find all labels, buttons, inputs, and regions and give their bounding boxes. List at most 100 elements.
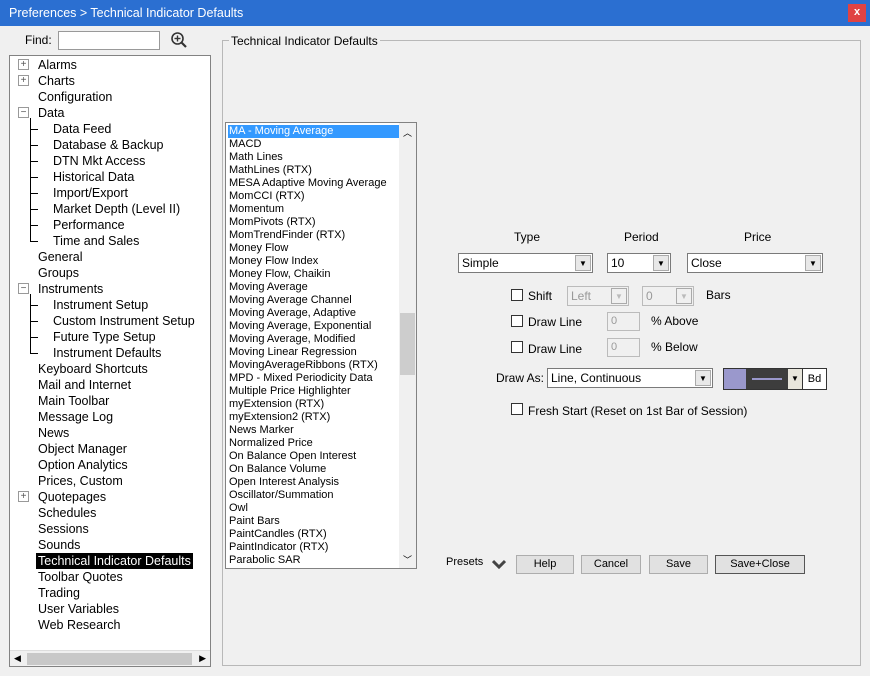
tree-item[interactable]: Groups xyxy=(38,265,79,281)
indicator-list-item[interactable]: myExtension2 (RTX) xyxy=(229,411,330,424)
indicator-list-item[interactable]: Parabolic SAR xyxy=(229,554,301,567)
vertical-scrollbar[interactable]: ︿ ﹀ xyxy=(399,123,416,568)
indicator-list-item[interactable]: News Marker xyxy=(229,424,294,437)
indicator-list-item[interactable]: Paint Bars xyxy=(229,515,280,528)
indicator-list-item[interactable]: Multiple Price Highlighter xyxy=(229,385,351,398)
indicator-list-item[interactable]: Moving Average, Adaptive xyxy=(229,307,356,320)
tree-item[interactable]: Trading xyxy=(38,585,80,601)
bold-toggle[interactable]: Bd xyxy=(802,369,826,389)
indicator-list-item[interactable]: Money Flow Index xyxy=(229,255,318,268)
type-select[interactable]: Simple ▼ xyxy=(458,253,593,273)
indicator-list-item[interactable]: MA - Moving Average xyxy=(228,125,399,138)
tree-item[interactable]: Future Type Setup xyxy=(53,329,156,345)
tree-item[interactable]: News xyxy=(38,425,69,441)
period-select[interactable]: 10 ▼ xyxy=(607,253,671,273)
tree-item[interactable]: Time and Sales xyxy=(53,233,139,249)
indicator-list-item[interactable]: Moving Average xyxy=(229,281,308,294)
scroll-up-icon[interactable]: ︿ xyxy=(403,126,412,139)
indicator-list-item[interactable]: Money Flow, Chaikin xyxy=(229,268,331,281)
tree-item[interactable]: Quotepages xyxy=(38,489,106,505)
tree-item[interactable]: Configuration xyxy=(38,89,112,105)
expand-icon[interactable]: + xyxy=(18,491,29,502)
scroll-down-icon[interactable]: ﹀ xyxy=(403,553,412,566)
save-close-button[interactable]: Save+Close xyxy=(715,555,805,574)
collapse-icon[interactable]: − xyxy=(18,283,29,294)
indicator-list-item[interactable]: Open Interest Analysis xyxy=(229,476,339,489)
tree-item[interactable]: Import/Export xyxy=(53,185,128,201)
indicator-list-item[interactable]: Moving Average Channel xyxy=(229,294,352,307)
indicator-list-item[interactable]: MomPivots (RTX) xyxy=(229,216,316,229)
indicator-list-item[interactable]: Oscillator/Summation xyxy=(229,489,334,502)
tree-item[interactable]: Prices, Custom xyxy=(38,473,123,489)
indicator-list[interactable]: ︿ ﹀ MA - Moving Average MACD Math Lines Mat… xyxy=(225,122,417,569)
indicator-list-item[interactable]: Moving Linear Regression xyxy=(229,346,357,359)
chevron-down-icon[interactable]: ▼ xyxy=(676,288,692,304)
tree-item[interactable]: Database & Backup xyxy=(53,137,164,153)
tree-item[interactable]: Message Log xyxy=(38,409,113,425)
indicator-list-item[interactable]: Money Flow xyxy=(229,242,288,255)
find-input[interactable] xyxy=(58,31,160,50)
shift-checkbox[interactable] xyxy=(511,289,523,301)
tree-item[interactable]: Custom Instrument Setup xyxy=(53,313,195,329)
indicator-list-item[interactable]: MathLines (RTX) xyxy=(229,164,312,177)
indicator-list-item[interactable]: Normalized Price xyxy=(229,437,313,450)
indicator-list-item[interactable]: Math Lines xyxy=(229,151,283,164)
tree-item[interactable]: Instrument Defaults xyxy=(53,345,161,361)
indicator-list-item[interactable]: MPD - Mixed Periodicity Data xyxy=(229,372,373,385)
tree-item[interactable]: Data xyxy=(38,105,64,121)
save-button[interactable]: Save xyxy=(649,555,708,574)
indicator-list-item[interactable]: MomCCI (RTX) xyxy=(229,190,305,203)
above-percent-input[interactable]: 0 xyxy=(607,312,640,331)
tree-item[interactable]: Sounds xyxy=(38,537,80,553)
tree-item[interactable]: Charts xyxy=(38,73,75,89)
draw-line-above-checkbox[interactable] xyxy=(511,315,523,327)
tree-item[interactable]: Technical Indicator Defaults xyxy=(36,553,193,569)
tree-item[interactable]: Schedules xyxy=(38,505,96,521)
tree-item[interactable]: Performance xyxy=(53,217,125,233)
fresh-start-checkbox[interactable] xyxy=(511,403,523,415)
expand-icon[interactable]: + xyxy=(18,75,29,86)
preferences-tree[interactable]: ◀ ▶ + Alarms + Charts Configuration − Data Data… xyxy=(9,55,211,667)
horizontal-scrollbar[interactable]: ◀ ▶ xyxy=(10,650,210,666)
tree-item[interactable]: Main Toolbar xyxy=(38,393,109,409)
chevron-down-icon[interactable]: ▼ xyxy=(575,255,591,271)
draw-line-below-checkbox[interactable] xyxy=(511,341,523,353)
close-button[interactable]: x xyxy=(848,4,866,22)
chevron-down-icon[interactable]: ▼ xyxy=(788,369,802,389)
indicator-list-item[interactable]: Momentum xyxy=(229,203,284,216)
help-button[interactable]: Help xyxy=(516,555,574,574)
chevron-down-icon[interactable]: ▼ xyxy=(611,288,627,304)
zoom-in-icon[interactable] xyxy=(170,31,188,49)
color-swatch[interactable] xyxy=(724,369,746,389)
tree-item[interactable]: Sessions xyxy=(38,521,89,537)
shift-direction-select[interactable]: Left ▼ xyxy=(567,286,629,306)
chevron-down-icon[interactable]: ▼ xyxy=(653,255,669,271)
tree-item[interactable]: Keyboard Shortcuts xyxy=(38,361,148,377)
tree-item[interactable]: Object Manager xyxy=(38,441,127,457)
scroll-right-icon[interactable]: ▶ xyxy=(199,653,206,664)
line-style-preview[interactable] xyxy=(746,369,788,389)
expand-icon[interactable]: + xyxy=(18,59,29,70)
tree-item[interactable]: User Variables xyxy=(38,601,119,617)
scrollbar-thumb[interactable] xyxy=(27,653,192,665)
chevron-down-icon[interactable] xyxy=(492,559,506,569)
indicator-list-item[interactable]: On Balance Volume xyxy=(229,463,326,476)
tree-item[interactable]: Instruments xyxy=(38,281,103,297)
tree-item[interactable]: Instrument Setup xyxy=(53,297,148,313)
tree-item[interactable]: DTN Mkt Access xyxy=(53,153,145,169)
below-percent-input[interactable]: 0 xyxy=(607,338,640,357)
chevron-down-icon[interactable]: ▼ xyxy=(695,370,711,386)
tree-item[interactable]: Data Feed xyxy=(53,121,111,137)
indicator-list-item[interactable]: PaintIndicator (RTX) xyxy=(229,541,328,554)
tree-item[interactable]: Toolbar Quotes xyxy=(38,569,123,585)
indicator-list-item[interactable]: MovingAverageRibbons (RTX) xyxy=(229,359,378,372)
cancel-button[interactable]: Cancel xyxy=(581,555,641,574)
indicator-list-item[interactable]: PaintCandles (RTX) xyxy=(229,528,327,541)
indicator-list-item[interactable]: Moving Average, Modified xyxy=(229,333,355,346)
tree-item[interactable]: Mail and Internet xyxy=(38,377,131,393)
collapse-icon[interactable]: − xyxy=(18,107,29,118)
tree-item[interactable]: Option Analytics xyxy=(38,457,128,473)
indicator-list-item[interactable]: Owl xyxy=(229,502,248,515)
indicator-list-item[interactable]: On Balance Open Interest xyxy=(229,450,356,463)
shift-bars-select[interactable]: 0 ▼ xyxy=(642,286,694,306)
